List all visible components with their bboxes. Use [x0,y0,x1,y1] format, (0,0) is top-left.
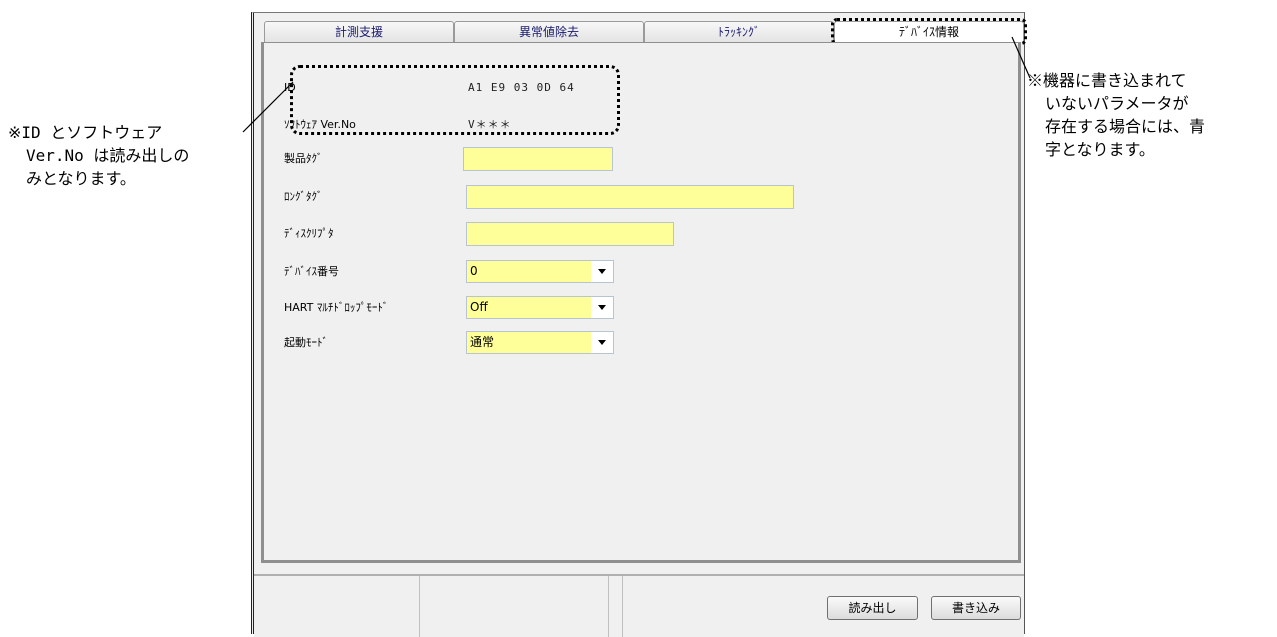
product-tag-input[interactable] [463,147,613,171]
write-button[interactable]: 書き込み [931,596,1021,620]
tab-measurement-support[interactable]: 計測支援 [264,21,454,42]
device-number-label: ﾃﾞﾊﾞｲｽ番号 [284,265,339,278]
tab-strip: 計測支援 異常値除去 ﾄﾗｯｷﾝｸﾞ ﾃﾞﾊﾞｲｽ情報 [264,18,1027,45]
annotation-right-line-4: 字となります。 [1045,140,1155,159]
software-version-value: V＊＊＊ [468,118,512,131]
tab-tracking[interactable]: ﾄﾗｯｷﾝｸﾞ [644,21,834,42]
tab-outlier-removal[interactable]: 異常値除去 [454,21,644,42]
id-label: ID [284,81,296,94]
descriptor-input[interactable] [466,222,674,246]
annotation-right-line-2: いないパラメータが [1045,94,1189,113]
device-number-select[interactable]: 0 [466,260,614,283]
device-number-value: 0 [470,264,478,278]
tab-device-info[interactable]: ﾃﾞﾊﾞｲｽ情報 [831,18,1027,45]
status-bar: 読み出し 書き込み [254,574,1024,637]
annotation-right-line-3: 存在する場合には、青 [1045,117,1206,136]
annotation-right: ※機器に書き込まれて いないパラメータが 存在する場合には、青 字となります。 [1027,69,1267,161]
long-tag-input[interactable] [466,185,794,209]
product-tag-label: 製品ﾀｸﾞ [284,152,323,165]
chevron-down-icon[interactable] [591,332,613,353]
status-segment-3 [608,576,623,637]
id-value: A1 E9 03 0D 64 [468,81,575,94]
annotation-left-line-3: みとなります。 [26,169,136,188]
device-info-panel: ID A1 E9 03 0D 64 ｿﾌﾄｳｪｱ Ver.No V＊＊＊ 製品ﾀ… [261,42,1021,563]
startup-mode-select[interactable]: 通常 [466,331,614,354]
read-button[interactable]: 読み出し [827,596,918,620]
hart-multidrop-value: Off [470,300,488,314]
annotation-right-line-1: ※機器に書き込まれて [1027,71,1187,90]
status-segment-1 [254,576,420,637]
software-version-label: ｿﾌﾄｳｪｱ Ver.No [284,118,356,131]
status-segment-2 [419,576,609,637]
annotation-left-line-1: ※ID とソフトウェア [8,123,163,142]
hart-multidrop-label: HART ﾏﾙﾁﾄﾞﾛｯﾌﾟﾓｰﾄﾞ [284,301,389,314]
startup-mode-label: 起動ﾓｰﾄﾞ [284,336,328,349]
chevron-down-icon[interactable] [591,297,613,318]
long-tag-label: ﾛﾝｸﾞﾀｸﾞ [284,190,323,203]
descriptor-label: ﾃﾞｨｽｸﾘﾌﾟﾀ [284,227,334,240]
annotation-left-line-2: Ver.No は読み出しの [26,146,190,165]
device-settings-window: 計測支援 異常値除去 ﾄﾗｯｷﾝｸﾞ ﾃﾞﾊﾞｲｽ情報 ID A1 E9 03 … [251,12,1027,637]
startup-mode-value: 通常 [470,335,495,349]
hart-multidrop-select[interactable]: Off [466,296,614,319]
annotation-left: ※ID とソフトウェア Ver.No は読み出しの みとなります。 [8,121,243,190]
chevron-down-icon[interactable] [591,261,613,282]
